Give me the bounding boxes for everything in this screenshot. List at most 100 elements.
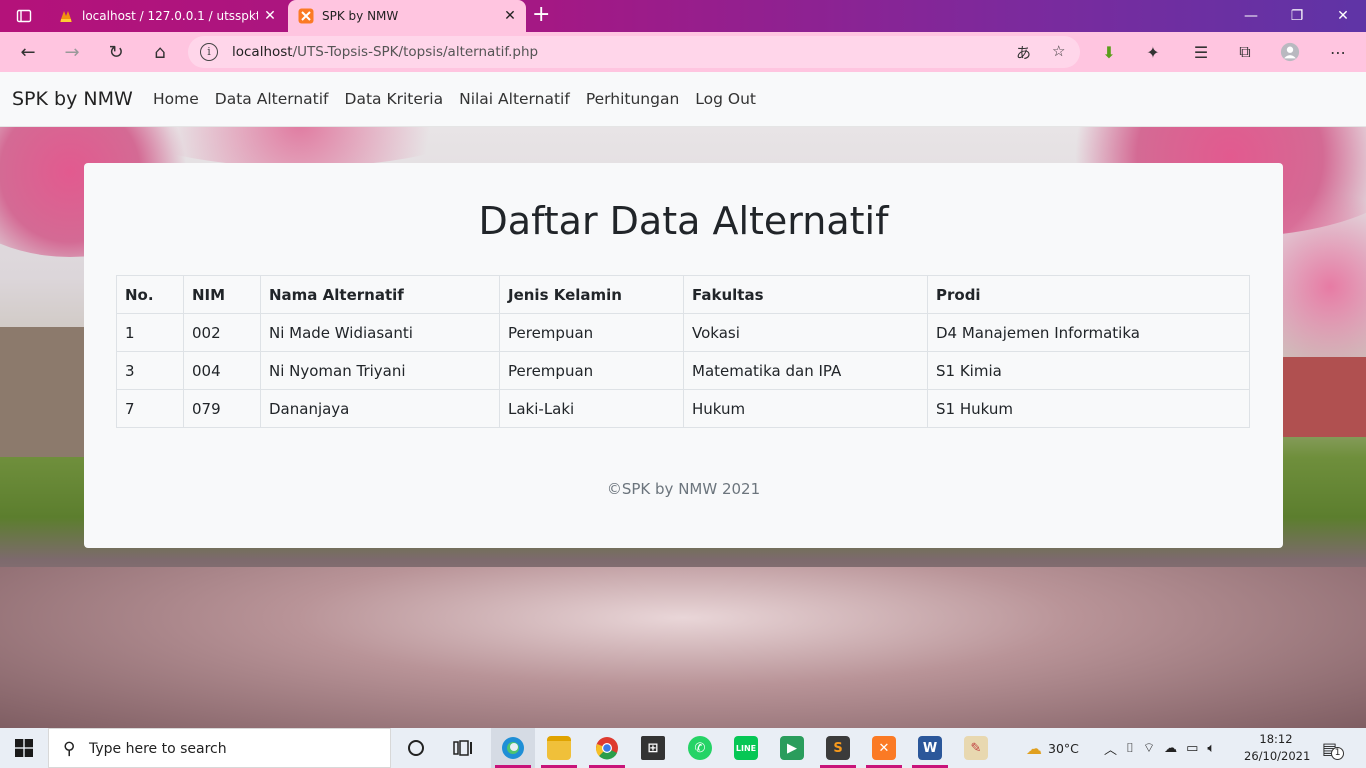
table-cell: 079 [183,389,261,428]
zoom-meet-app-icon[interactable]: ▶ [770,728,814,768]
refresh-icon[interactable]: ↻ [102,38,130,66]
nav-link-data-alternatif[interactable]: Data Alternatif [215,90,329,108]
browser-tab-bar: localhost / 127.0.0.1 / utsspktopsis ✕ S… [0,0,1366,32]
search-placeholder: Type here to search [89,741,227,757]
store-app-icon[interactable]: ⊞ [631,728,675,768]
nav-links: Home Data Alternatif Data Kriteria Nilai… [153,90,756,108]
more-menu-icon[interactable]: ⋯ [1328,42,1348,62]
usb-icon[interactable]: ⌷ [1126,741,1134,756]
url-field[interactable]: i localhost/UTS-Topsis-SPK/topsis/altern… [188,36,1080,68]
windows-taskbar: ⚲ Type here to search ⊞ ✆ LINE ▶ S ✕ W ✎… [0,728,1366,768]
table-cell: Perempuan [499,351,684,390]
weather-icon: ☁ [1026,738,1042,758]
phpmyadmin-favicon-icon [60,11,72,22]
table-cell: Ni Made Widiasanti [260,313,500,352]
table-cell: Hukum [683,389,928,428]
nav-link-nilai-alternatif[interactable]: Nilai Alternatif [459,90,570,108]
new-tab-icon[interactable]: + [532,4,550,26]
navbar-brand[interactable]: SPK by NMW [12,88,133,110]
add-favorite-icon[interactable]: ☆ [1052,42,1065,60]
read-aloud-icon[interactable]: あ [1016,42,1031,63]
river-decoration [0,567,1366,728]
onedrive-icon[interactable]: ☁ [1164,741,1177,756]
extensions-icon[interactable]: ✦ [1143,42,1163,62]
nav-link-logout[interactable]: Log Out [695,90,756,108]
table-cell: Laki-Laki [499,389,684,428]
site-info-icon[interactable]: i [200,43,218,61]
table-row: 1 002 Ni Made Widiasanti Perempuan Vokas… [116,313,1250,352]
weather-widget[interactable]: ☁ 30°C [1026,728,1079,768]
search-icon: ⚲ [63,739,76,759]
taskbar-search-box[interactable]: ⚲ Type here to search [48,728,391,768]
site-navbar: SPK by NMW Home Data Alternatif Data Kri… [0,72,1366,127]
alternatif-table: No. NIM Nama Alternatif Jenis Kelamin Fa… [116,275,1250,428]
edge-app-icon[interactable] [491,728,535,768]
cortana-icon[interactable] [394,728,438,768]
task-view-icon[interactable] [441,728,485,768]
column-header: Nama Alternatif [260,275,500,314]
line-app-icon[interactable]: LINE [724,728,768,768]
file-explorer-icon[interactable] [537,728,581,768]
table-cell: Dananjaya [260,389,500,428]
close-tab-icon[interactable]: ✕ [258,8,282,24]
column-header: No. [116,275,184,314]
url-text: localhost/UTS-Topsis-SPK/topsis/alternat… [232,44,539,60]
whatsapp-app-icon[interactable]: ✆ [678,728,722,768]
table-row: 3 004 Ni Nyoman Triyani Perempuan Matema… [116,351,1250,390]
favorites-icon[interactable]: ☰ [1191,42,1211,62]
restore-icon[interactable]: ❐ [1274,0,1320,32]
nav-link-perhitungan[interactable]: Perhitungan [586,90,679,108]
table-cell: Matematika dan IPA [683,351,928,390]
nav-link-home[interactable]: Home [153,90,199,108]
table-cell: 1 [116,313,184,352]
chrome-app-icon[interactable] [585,728,629,768]
nav-link-data-kriteria[interactable]: Data Kriteria [345,90,444,108]
xampp-app-icon[interactable]: ✕ [862,728,906,768]
table-cell: 002 [183,313,261,352]
home-icon[interactable]: ⌂ [146,38,174,66]
tab-phpmyadmin[interactable]: localhost / 127.0.0.1 / utsspktopsis ✕ [48,0,286,32]
notification-center-icon[interactable]: ▤ 1 [1322,728,1345,768]
column-header: Fakultas [683,275,928,314]
minimize-icon[interactable]: — [1228,0,1274,32]
table-cell: Perempuan [499,313,684,352]
table-cell: Vokasi [683,313,928,352]
paint-app-icon[interactable]: ✎ [954,728,998,768]
tab-title: localhost / 127.0.0.1 / utsspktopsis [82,9,258,23]
volume-icon[interactable]: 🔈︎ [1207,741,1215,756]
word-app-icon[interactable]: W [908,728,952,768]
tab-actions-button[interactable] [8,4,40,28]
start-button[interactable] [0,728,48,768]
tab-actions-icon [16,9,32,23]
column-header: Jenis Kelamin [499,275,684,314]
page-title: Daftar Data Alternatif [478,199,889,243]
column-header: NIM [183,275,261,314]
collections-icon[interactable]: ⧉ [1235,42,1255,62]
profile-avatar-icon[interactable] [1280,42,1300,62]
taskbar-clock[interactable]: 18:12 26/10/2021 [1244,731,1311,765]
sublime-text-app-icon[interactable]: S [816,728,860,768]
chevron-up-icon[interactable]: ︿ [1104,739,1117,758]
tab-spk[interactable]: SPK by NMW ✕ [288,0,526,32]
windows-logo-icon [15,739,33,757]
clock-time: 18:12 [1259,732,1293,746]
close-window-icon[interactable]: ✕ [1320,0,1366,32]
table-cell: 3 [116,351,184,390]
clock-date: 26/10/2021 [1244,749,1311,763]
table-cell: S1 Hukum [927,389,1250,428]
column-header: Prodi [927,275,1250,314]
address-bar-row: ← → ↻ ⌂ i localhost/UTS-Topsis-SPK/topsi… [0,32,1366,72]
forward-arrow-icon[interactable]: → [58,38,86,66]
table-header-row: No. NIM Nama Alternatif Jenis Kelamin Fa… [116,275,1250,314]
table-cell: 7 [116,389,184,428]
back-arrow-icon[interactable]: ← [14,38,42,66]
battery-icon[interactable]: ▭ [1186,741,1198,756]
content-card: Daftar Data Alternatif No. NIM Nama Alte… [84,163,1283,548]
table-cell: Ni Nyoman Triyani [260,351,500,390]
extension-download-icon[interactable]: ⬇ [1099,42,1119,62]
wifi-icon[interactable]: ⌔ [1143,740,1155,756]
page-footer: ©SPK by NMW 2021 [606,480,761,498]
table-cell: S1 Kimia [927,351,1250,390]
close-tab-icon[interactable]: ✕ [498,8,522,24]
notification-badge: 1 [1331,746,1345,760]
